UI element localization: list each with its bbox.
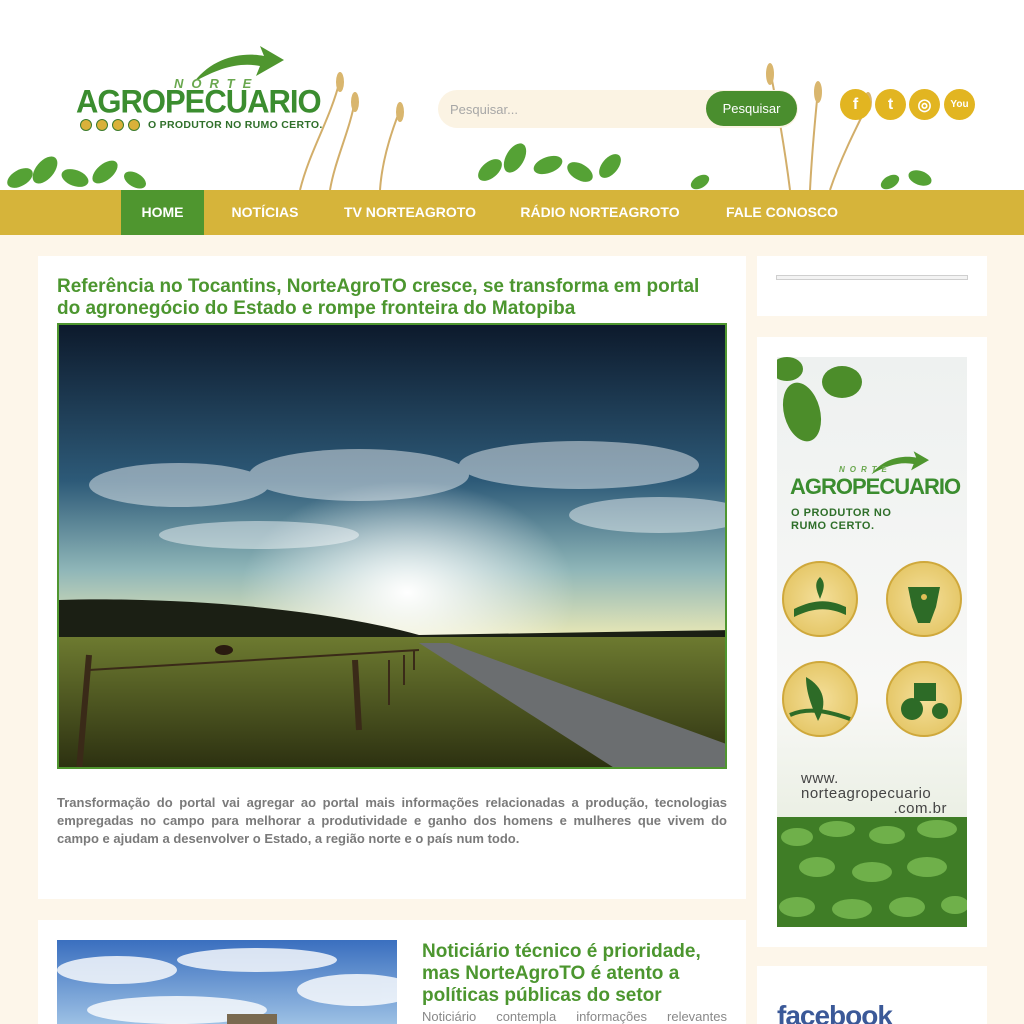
nav-item-home[interactable]: HOME xyxy=(121,190,204,235)
fish-icon xyxy=(782,661,858,737)
nav-item-radio-norteagroto[interactable]: RÁDIO NORTEAGROTO xyxy=(506,190,694,235)
nav-item-tv-norteagroto[interactable]: TV NORTEAGROTO xyxy=(330,190,490,235)
twitter-icon[interactable]: t xyxy=(875,89,906,120)
search-bar: Pesquisar xyxy=(438,90,798,128)
facebook-icon[interactable]: f xyxy=(840,89,871,120)
sidebar-ad-banner[interactable]: NORTE AGROPECUARIO O PRODUTOR NO RUMO CE… xyxy=(777,357,967,927)
ad-brand-text: AGROPECUARIO xyxy=(790,474,961,499)
logo-badge-icon xyxy=(112,119,124,131)
tractor-icon xyxy=(886,661,962,737)
facebook-widget-title[interactable]: facebook xyxy=(777,1000,893,1024)
sidebar-widget-top xyxy=(757,256,987,316)
harvest-image xyxy=(57,940,397,1024)
featured-post-excerpt: Transformação do portal vai agregar ao p… xyxy=(57,795,727,846)
featured-post-title[interactable]: Referência no Tocantins, NorteAgroTO cre… xyxy=(57,276,727,320)
instagram-icon[interactable]: ◎ xyxy=(909,89,940,120)
ad-slogan: O PRODUTOR NO RUMO CERTO. xyxy=(791,507,892,532)
logo-brand-text: AGROPECUARIO xyxy=(76,83,322,120)
search-input[interactable] xyxy=(438,90,708,128)
sidebar-search-field[interactable] xyxy=(776,275,968,280)
ad-url-line: .com.br xyxy=(893,800,947,817)
logo-tagline: O PRODUTOR NO RUMO CERTO. xyxy=(148,119,323,131)
cattle-icon xyxy=(886,561,962,637)
logo-badge-icon xyxy=(96,119,108,131)
logo-tagline-row: O PRODUTOR NO RUMO CERTO. xyxy=(80,119,323,131)
logo-badge-icon xyxy=(128,119,140,131)
logo-badge-icon xyxy=(80,119,92,131)
ad-website-url: www. norteagropecuario .com.br xyxy=(801,771,961,816)
youtube-icon[interactable]: You xyxy=(944,89,975,120)
ad-norte-text: NORTE xyxy=(839,465,892,474)
landscape-image xyxy=(59,325,725,767)
ad-crop-field-decoration xyxy=(777,817,967,927)
second-post-title[interactable]: Noticiário técnico é prioridade, mas Nor… xyxy=(422,941,727,1007)
crop-icon xyxy=(782,561,858,637)
nav-item-noticias[interactable]: NOTÍCIAS xyxy=(216,190,314,235)
ad-leaves-decoration xyxy=(777,357,862,442)
second-post-image[interactable] xyxy=(57,940,397,1024)
search-button[interactable]: Pesquisar xyxy=(706,91,797,126)
site-header: NORTE AGROPECUARIO O PRODUTOR NO RUMO CE… xyxy=(0,0,1024,190)
ad-url-line: norteagropecuario xyxy=(801,785,932,802)
nav-item-fale-conosco[interactable]: FALE CONOSCO xyxy=(712,190,852,235)
ad-url-line: www. xyxy=(801,770,839,787)
main-nav: HOME NOTÍCIAS TV NORTEAGROTO RÁDIO NORTE… xyxy=(0,190,1024,235)
featured-post-image[interactable] xyxy=(57,323,727,769)
second-post-excerpt: Noticiário contempla informações relevan… xyxy=(422,1009,727,1024)
site-logo[interactable]: NORTE AGROPECUARIO O PRODUTOR NO RUMO CE… xyxy=(76,46,326,138)
